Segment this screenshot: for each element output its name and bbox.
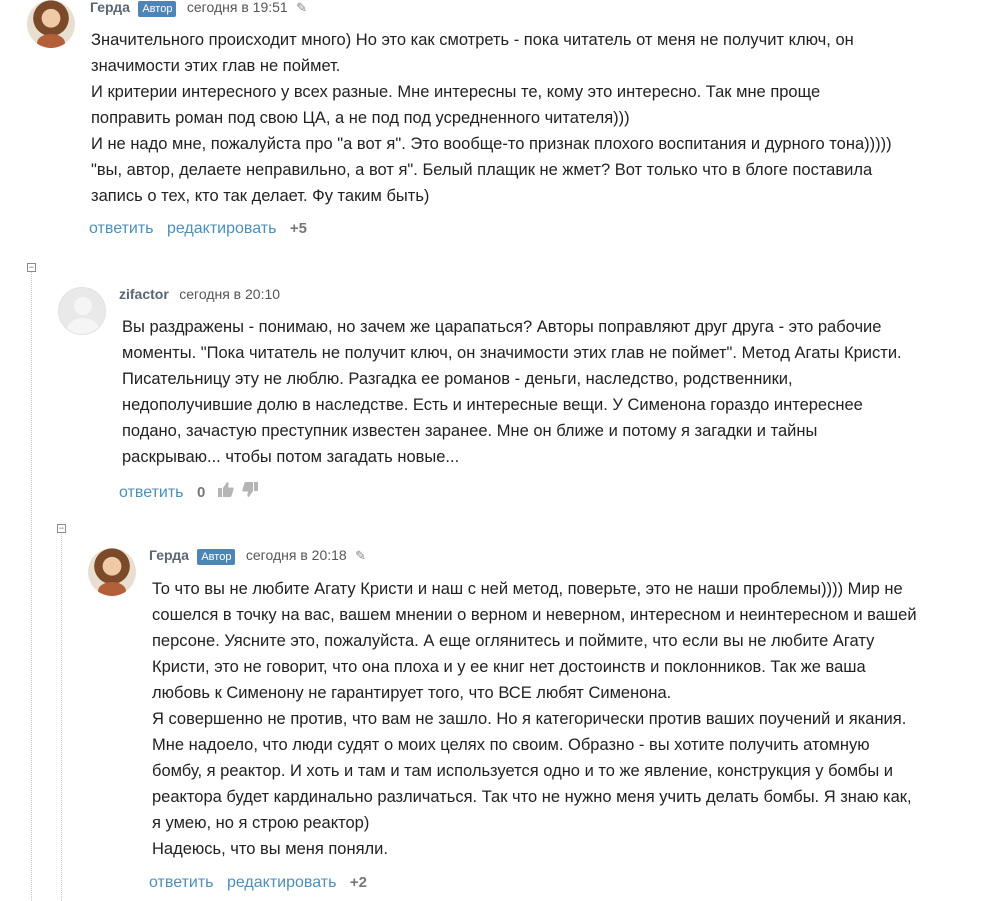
comment-line: Мне надоело, что люди судят о моих целях…: [152, 736, 870, 754]
pencil-icon[interactable]: ✎: [296, 0, 307, 15]
reply-link[interactable]: ответить: [149, 874, 214, 891]
thread-line: [61, 534, 62, 901]
comment-line: подано, зачастую преступник известен зар…: [122, 422, 818, 440]
comment-line: Надеюсь, что вы меня поняли.: [152, 840, 388, 858]
comment-line: бомбу, я реактор. И хоть и там и там исп…: [152, 762, 893, 780]
edit-link[interactable]: редактировать: [227, 874, 336, 891]
comment-header: Герда Автор сегодня в 20:18 ✎: [149, 547, 366, 565]
comment-line: сошелся в точку на вас, вашем мнении о в…: [152, 606, 917, 624]
comment-line: поправить роман под свою ЦА, а не под по…: [91, 109, 630, 127]
comment-actions: ответить 0: [119, 482, 258, 502]
comment-line: я умею, но я строю реактор): [152, 814, 370, 832]
comment-line: запись о тех, кто так делает. Фу таким б…: [91, 187, 430, 205]
pencil-icon[interactable]: ✎: [355, 548, 366, 563]
comment-line: Писательницу эту не люблю. Разгадка ее р…: [122, 370, 793, 388]
comment-line: раскрываю... чтобы потом загадать новые.…: [122, 448, 460, 466]
author-name[interactable]: zifactor: [119, 286, 169, 302]
collapse-toggle-icon[interactable]: −: [57, 524, 66, 533]
comment-line: моменты. "Пока читатель не получит ключ,…: [122, 344, 902, 362]
comment-line: Вы раздражены - понимаю, но зачем же цар…: [122, 318, 882, 336]
comment-body: То что вы не любите Агату Кристи и наш с…: [152, 576, 917, 862]
comment-score: 0: [196, 484, 206, 501]
comment-line: недополучившие долю в наследстве. Есть и…: [122, 396, 863, 414]
comment-time: сегодня в 20:18: [245, 547, 347, 563]
comment-time: сегодня в 19:51: [186, 0, 288, 15]
comment-body: Значительного происходит много) Но это к…: [91, 27, 892, 209]
thread-line: [31, 272, 32, 901]
comment-score: +5: [289, 220, 307, 237]
comment-line: И критерии интересного у всех разные. Мн…: [91, 83, 821, 101]
comment-line: И не надо мне, пожалуйста про "а вот я".…: [91, 135, 892, 153]
comment-actions: ответить редактировать +5: [89, 220, 307, 238]
comment-time: сегодня в 20:10: [179, 286, 281, 302]
comment-line: То что вы не любите Агату Кристи и наш с…: [152, 580, 903, 598]
comment-line: Кристи, это не говорит, что она плоха и …: [152, 658, 866, 676]
thumbs-down-icon[interactable]: [242, 482, 258, 501]
avatar[interactable]: [88, 548, 136, 596]
comment-line: "вы, автор, делаете неправильно, а вот я…: [91, 161, 873, 179]
comment-line: Значительного происходит много) Но это к…: [91, 31, 854, 49]
comment-score: +2: [349, 874, 367, 891]
comment-header: Герда Автор сегодня в 19:51 ✎: [90, 0, 307, 17]
thumbs-up-icon[interactable]: [217, 482, 238, 501]
author-name[interactable]: Герда: [149, 547, 189, 563]
comment-body: Вы раздражены - понимаю, но зачем же цар…: [122, 314, 902, 470]
author-name[interactable]: Герда: [90, 0, 130, 15]
edit-link[interactable]: редактировать: [167, 220, 276, 237]
reply-link[interactable]: ответить: [119, 484, 184, 501]
comment-header: zifactor сегодня в 20:10: [119, 286, 280, 304]
comment-line: любовь к Сименону не гарантирует того, ч…: [152, 684, 672, 702]
comment-actions: ответить редактировать +2: [149, 874, 367, 892]
collapse-toggle-icon[interactable]: −: [27, 263, 36, 272]
avatar[interactable]: [27, 0, 75, 48]
author-badge: Автор: [197, 549, 236, 565]
reply-link[interactable]: ответить: [89, 220, 154, 237]
comment-line: персоне. Уясните это, пожалуйста. А еще …: [152, 632, 875, 650]
comment-line: значимости этих глав не поймет.: [91, 57, 341, 75]
comment-line: Я совершенно не против, что вам не зашло…: [152, 710, 907, 728]
comment-line: реактора будет кардинально различаться. …: [152, 788, 912, 806]
author-badge: Автор: [138, 1, 177, 17]
avatar[interactable]: [58, 287, 106, 335]
